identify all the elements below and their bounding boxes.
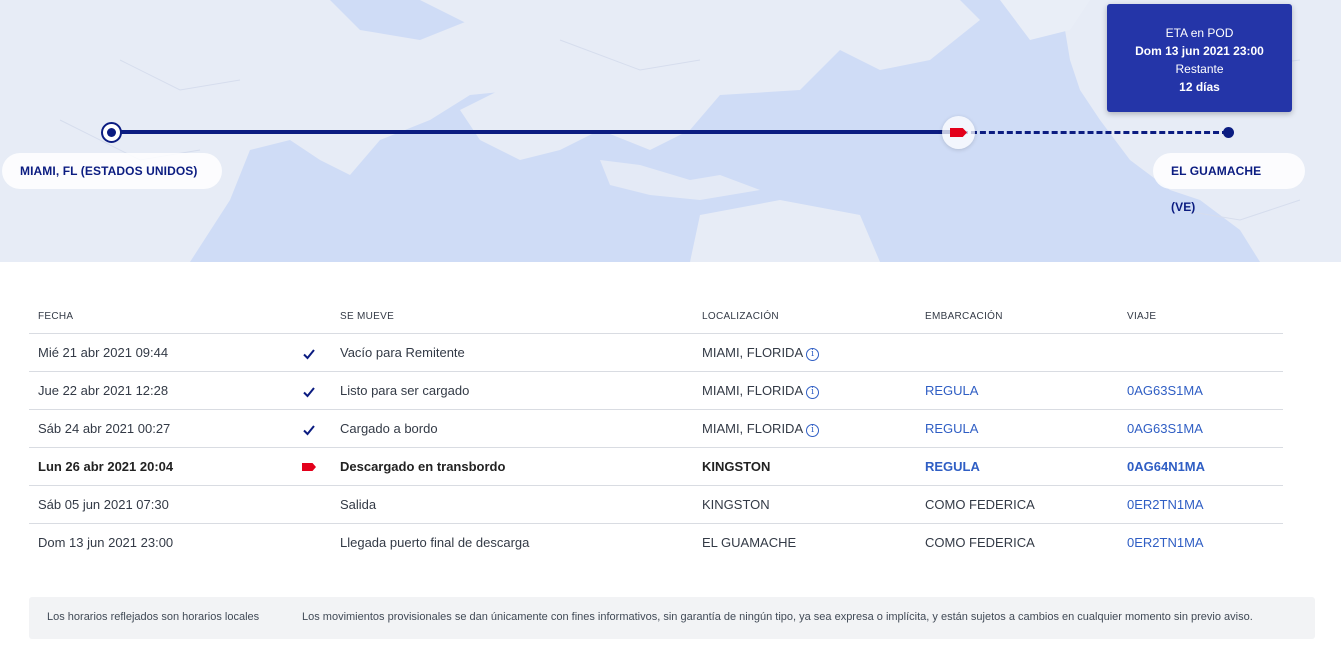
check-icon [302,347,316,361]
column-header-vessel: EMBARCACIÓN [925,311,1003,322]
voyage-link[interactable]: 0AG64N1MA [1127,459,1205,474]
origin-pin-icon[interactable] [101,122,122,143]
destination-pin-icon[interactable] [1223,127,1234,138]
event-move: Cargado a bordo [340,421,438,436]
event-location: KINGSTON [702,497,770,512]
check-icon [302,385,316,399]
event-location-text: MIAMI, FLORIDA [702,421,804,436]
event-location: KINGSTON [702,459,771,474]
voyage-link[interactable]: 0ER2TN1MA [1127,497,1204,512]
table-row: Mié 21 abr 2021 09:44 Vacío para Remiten… [29,334,1283,372]
voyage-link[interactable]: 0ER2TN1MA [1127,535,1204,550]
event-move: Vacío para Remitente [340,345,465,360]
event-location: EL GUAMACHE [702,535,797,550]
info-icon[interactable]: i [806,348,820,361]
route-remaining-line [962,131,1228,134]
event-date: Sáb 05 jun 2021 07:30 [38,497,169,512]
vessel-flag-icon [302,461,316,475]
event-vessel: COMO FEDERICA [925,535,1035,550]
event-location-text: MIAMI, FLORIDA [702,345,804,360]
column-header-voyage: VIAJE [1127,311,1157,322]
column-header-date: FECHA [38,311,74,322]
eta-remaining-label: Restante [1175,62,1224,76]
event-location: MIAMI, FLORIDA i [702,383,820,399]
table-row: Sáb 05 jun 2021 07:30 Salida KINGSTON CO… [29,486,1283,524]
route-map[interactable]: MIAMI, FL (ESTADOS UNIDOS) EL GUAMACHE (… [0,0,1341,262]
event-date: Mié 21 abr 2021 09:44 [38,345,169,360]
event-move: Listo para ser cargado [340,383,470,398]
eta-title: ETA en POD [1165,26,1234,40]
voyage-link[interactable]: 0AG63S1MA [1127,383,1203,398]
table-row: Sáb 24 abr 2021 00:27 Cargado a bordo MI… [29,410,1283,448]
eta-datetime: Dom 13 jun 2021 23:00 [1135,44,1264,58]
eta-remaining-value: 12 días [1179,80,1220,94]
table-row-current: Lun 26 abr 2021 20:04 Descargado en tran… [29,448,1283,486]
footer-notice: Los horarios reflejados son horarios loc… [29,597,1315,639]
event-date: Lun 26 abr 2021 20:04 [38,459,174,474]
table-row: Dom 13 jun 2021 23:00 Llegada puerto fin… [29,524,1283,562]
origin-label: MIAMI, FL (ESTADOS UNIDOS) [2,153,222,189]
event-location: MIAMI, FLORIDA i [702,345,820,361]
event-location: MIAMI, FLORIDA i [702,421,820,437]
column-header-location: LOCALIZACIÓN [702,311,779,322]
event-date: Jue 22 abr 2021 12:28 [38,383,169,398]
info-icon[interactable]: i [806,386,820,399]
info-icon[interactable]: i [806,424,820,437]
event-move: Descargado en transbordo [340,459,506,474]
event-move: Llegada puerto final de descarga [340,535,530,550]
route-completed-line [112,130,958,134]
table-header: FECHA SE MUEVE LOCALIZACIÓN EMBARCACIÓN … [29,300,1283,334]
column-header-move: SE MUEVE [340,311,395,322]
destination-label: EL GUAMACHE (VE) [1153,153,1305,214]
event-date: Dom 13 jun 2021 23:00 [38,535,174,550]
vessel-link[interactable]: REGULA [925,459,980,474]
vessel-link[interactable]: REGULA [925,421,978,436]
disclaimer-text: Los movimientos provisionales se dan úni… [302,611,1253,623]
event-date: Sáb 24 abr 2021 00:27 [38,421,171,436]
voyage-link[interactable]: 0AG63S1MA [1127,421,1203,436]
event-move: Salida [340,497,377,512]
local-times-note: Los horarios reflejados son horarios loc… [47,611,260,623]
event-location-text: MIAMI, FLORIDA [702,383,804,398]
eta-tooltip: ETA en POD Dom 13 jun 2021 23:00 Restant… [1107,4,1292,112]
event-vessel: COMO FEDERICA [925,497,1035,512]
tracking-events-table: FECHA SE MUEVE LOCALIZACIÓN EMBARCACIÓN … [29,300,1283,562]
table-row: Jue 22 abr 2021 12:28 Listo para ser car… [29,372,1283,410]
vessel-link[interactable]: REGULA [925,383,978,398]
check-icon [302,423,316,437]
